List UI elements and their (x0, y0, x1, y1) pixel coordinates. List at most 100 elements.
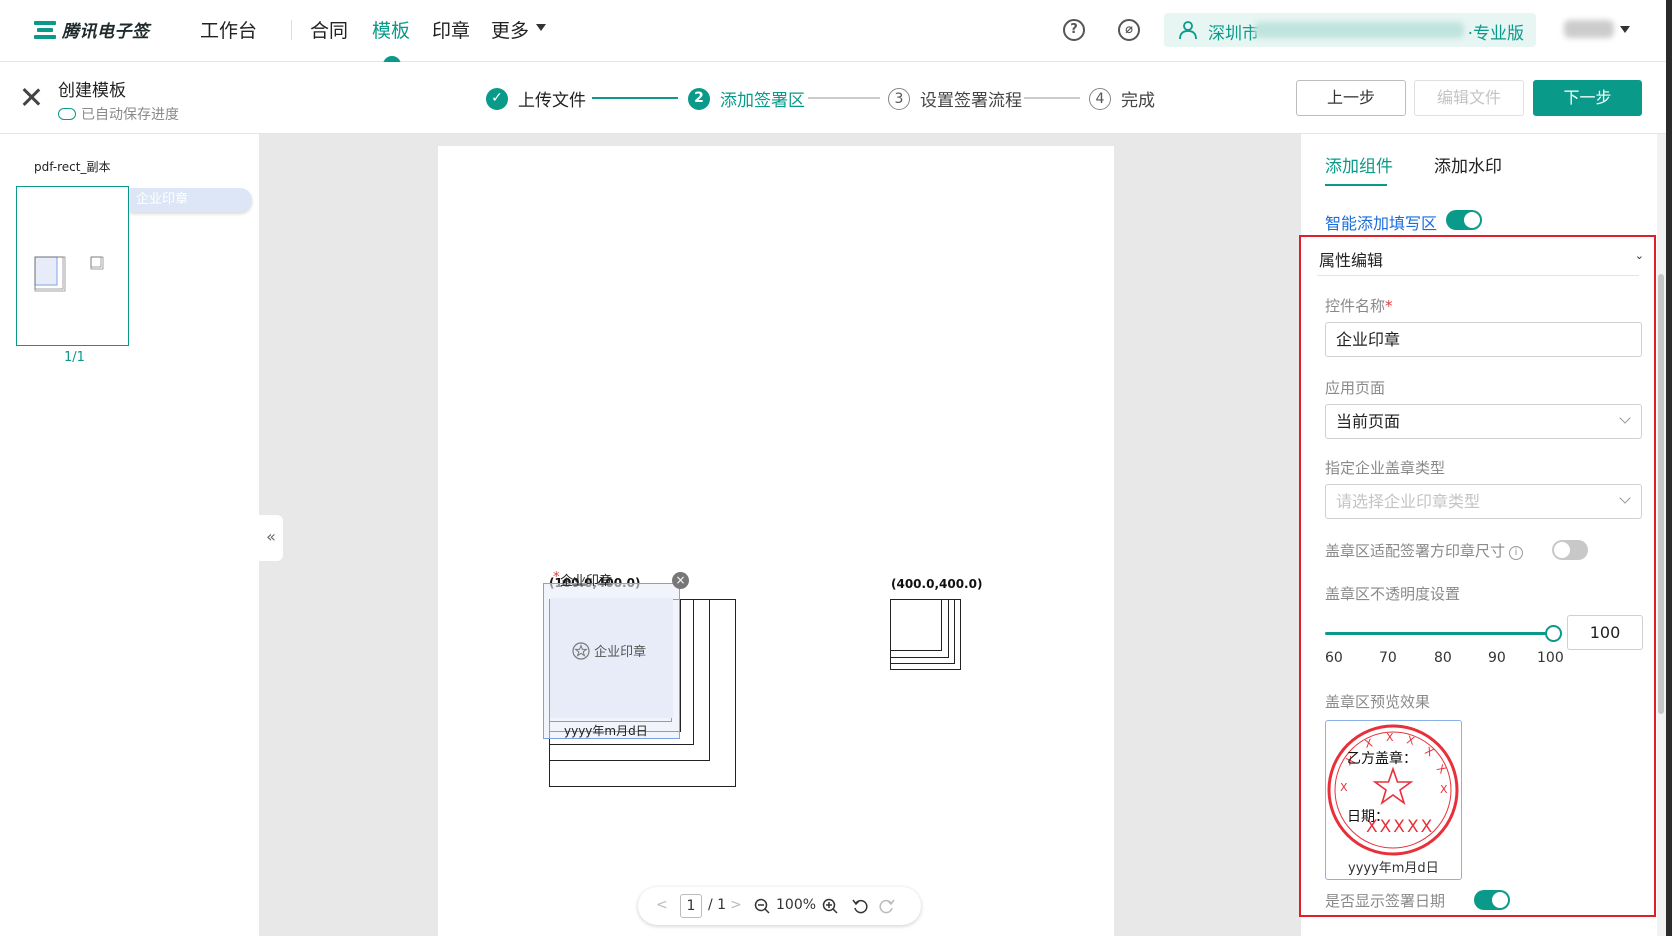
org-name-redacted (1254, 22, 1464, 38)
autosave-text: 已自动保存进度 (81, 107, 179, 123)
pdf-rect (890, 599, 942, 651)
tab-add-watermark[interactable]: 添加水印 (1434, 152, 1502, 177)
caret-down-icon[interactable] (1620, 26, 1630, 33)
seal-type-label: 指定企业盖章类型 (1325, 459, 1446, 477)
svg-text:X: X (1423, 744, 1436, 759)
control-name-input[interactable]: 企业印章 (1325, 322, 1642, 357)
app-logo[interactable]: 腾讯电子签 (34, 17, 150, 42)
rotate-left-icon[interactable] (852, 898, 869, 915)
coordinate-label: (400.0,400.0) (891, 577, 983, 591)
step-label: 设置签署流程 (920, 91, 1022, 111)
document-name: pdf-rect_副本 (34, 160, 111, 174)
preview-date-label: 日期： (1347, 809, 1389, 825)
seal-type-placeholder: 请选择企业印章类型 (1336, 492, 1481, 511)
prev-page-icon[interactable]: < (656, 897, 668, 913)
nav-item-template[interactable]: 模板 (372, 16, 410, 43)
seal-sign-area-text: 企业印章 (594, 645, 647, 660)
slider-tick: 60 (1325, 650, 1343, 666)
chevron-down-icon (1619, 492, 1631, 504)
step-check-icon: ✓ (486, 87, 508, 110)
page-toolbar: < 1 / 1 > 100% (638, 887, 921, 925)
svg-text:X: X (1340, 781, 1348, 794)
nav-item-workbench[interactable]: 工作台 (200, 16, 257, 43)
window-edge (1666, 0, 1672, 936)
collapse-sidebar-button[interactable]: « (259, 515, 283, 561)
thumbnail-preview (34, 256, 104, 292)
slider-tick: 70 (1379, 650, 1397, 666)
slider-tick: 90 (1488, 650, 1506, 666)
step-connector (592, 97, 678, 99)
page-title: 创建模板 (58, 81, 126, 101)
edit-file-button[interactable]: 编辑文件 (1414, 80, 1524, 116)
compass-icon[interactable]: ⌀ (1118, 19, 1140, 41)
seal-sign-area-date: yyyy年m月d日 (564, 724, 648, 738)
org-switcher[interactable]: 深圳市 ·专业版 (1164, 13, 1536, 47)
opacity-slider-handle[interactable] (1545, 625, 1562, 642)
next-step-button[interactable]: 下一步 (1533, 80, 1642, 116)
zoom-out-icon[interactable] (754, 898, 771, 915)
caret-down-icon[interactable] (536, 24, 546, 31)
question-circle-icon[interactable]: ? (1063, 19, 1085, 41)
next-page-icon[interactable]: > (730, 897, 742, 913)
smart-fill-toggle[interactable] (1446, 210, 1482, 230)
page-count: 1/1 (64, 350, 85, 365)
nav-item-more[interactable]: 更多 (491, 16, 529, 43)
control-name-label: 控件名称* (1325, 297, 1393, 315)
chevron-down-icon[interactable]: ⌄ (1635, 249, 1644, 262)
svg-text:X: X (1440, 783, 1448, 796)
apply-page-select[interactable]: 当前页面 (1325, 404, 1642, 439)
autosave-status: 已自动保存进度 (58, 104, 179, 124)
thumbnail-seal-tag: 企业印章 (130, 188, 252, 212)
info-icon: i (1509, 546, 1524, 560)
seal-type-select[interactable]: 请选择企业印章类型 (1325, 484, 1642, 519)
required-marker: * (553, 570, 560, 585)
fit-size-toggle[interactable] (1552, 540, 1588, 560)
zoom-in-icon[interactable] (822, 898, 839, 915)
preview-label: 盖章区预览效果 (1325, 693, 1431, 711)
seal-sign-area-label: 企业印章 (572, 641, 646, 660)
page-thumbnail[interactable] (16, 186, 129, 346)
user-icon (1179, 21, 1197, 40)
seal-stamp-image: X X X X X X X X XXXXX 乙方盖章： 日期： (1327, 724, 1459, 856)
svg-text:X: X (1363, 736, 1374, 751)
preview-date: yyyy年m月d日 (1348, 861, 1439, 876)
step-number: 3 (888, 87, 910, 110)
step-upload: ✓ 上传文件 (486, 86, 586, 111)
top-navigation: 腾讯电子签 工作台 合同 模板 印章 更多 ? ⌀ 深圳市 ·专业版 (0, 0, 1672, 65)
seal-preview: X X X X X X X X XXXXX 乙方盖章： 日期： yyyy年m月d… (1325, 720, 1462, 880)
show-date-toggle[interactable] (1474, 890, 1510, 910)
step-label: 上传文件 (518, 91, 586, 111)
svg-text:X: X (1405, 733, 1416, 748)
zoom-level: 100% (776, 897, 817, 913)
panel-scrollbar-thumb[interactable] (1658, 274, 1664, 714)
logo-mark-icon (34, 19, 56, 41)
step-add-sign-area: 2 添加签署区 (688, 86, 805, 111)
delete-sign-area-icon[interactable]: × (672, 572, 689, 589)
step-label: 完成 (1121, 91, 1155, 111)
tab-add-component[interactable]: 添加组件 (1325, 152, 1393, 177)
seal-sign-area[interactable]: 企业印章 yyyy年m月d日 (543, 583, 680, 739)
opacity-label: 盖章区不透明度设置 (1325, 585, 1461, 603)
chevron-down-icon (1619, 412, 1631, 424)
apply-page-label: 应用页面 (1325, 379, 1386, 397)
nav-divider (291, 20, 292, 40)
prev-step-button[interactable]: 上一步 (1296, 80, 1406, 116)
close-icon[interactable] (20, 86, 42, 108)
step-number: 2 (688, 87, 710, 110)
svg-text:X: X (1386, 731, 1394, 744)
logo-text: 腾讯电子签 (62, 22, 150, 42)
step-connector (808, 97, 880, 99)
cloud-check-icon (58, 108, 76, 120)
user-avatar-redacted[interactable] (1564, 20, 1614, 38)
opacity-input[interactable]: 100 (1567, 615, 1643, 650)
nav-item-seal[interactable]: 印章 (432, 16, 470, 43)
page-number-input[interactable]: 1 (680, 894, 702, 918)
nav-item-contract[interactable]: 合同 (310, 16, 348, 43)
apply-page-value: 当前页面 (1336, 412, 1401, 431)
rotate-right-icon[interactable] (878, 898, 895, 915)
slider-tick: 100 (1537, 650, 1564, 666)
preview-party-label: 乙方盖章： (1347, 750, 1417, 767)
step-sign-flow: 3 设置签署流程 (888, 86, 1022, 111)
opacity-slider-track[interactable] (1325, 632, 1553, 635)
total-pages: / 1 (708, 897, 727, 913)
